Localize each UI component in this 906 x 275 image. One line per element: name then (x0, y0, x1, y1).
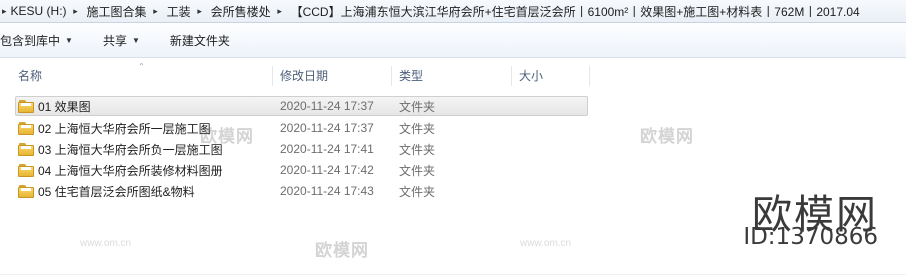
file-date: 2020-11-24 17:37 (280, 121, 374, 135)
share-label: 共享 (102, 33, 127, 48)
folder-icon (18, 142, 34, 156)
column-divider[interactable] (391, 66, 392, 86)
address-bar[interactable]: ▸ KESU (H:) ▸ 施工图合集 ▸ 工装 ▸ 会所售楼处 ▸ 【CCD】… (0, 0, 906, 23)
new-folder-label: 新建文件夹 (169, 33, 230, 48)
command-toolbar: 包含到库中 ▼ 共享 ▼ 新建文件夹 (0, 23, 906, 58)
file-type: 文件夹 (399, 142, 436, 157)
chevron-right-icon[interactable]: ▸ (193, 0, 207, 22)
list-item[interactable]: 04 上海恒大华府会所装修材料图册 2020-11-24 17:42 文件夹 (15, 160, 588, 180)
brand-watermark-id: ID:1370866 (743, 224, 878, 250)
breadcrumb-item-construction-drawings[interactable]: 施工图合集 (83, 0, 149, 22)
breadcrumb-root[interactable]: ▸ KESU (H:) (0, 0, 69, 22)
column-header-date-modified[interactable]: 修改日期 (280, 62, 328, 90)
list-item[interactable]: 01 效果图 2020-11-24 17:37 文件夹 (15, 96, 588, 116)
file-name: 04 上海恒大华府会所装修材料图册 (38, 163, 223, 178)
watermark-logo-4: 欧模网 (640, 127, 694, 146)
breadcrumb-item-drive[interactable]: KESU (H:) (11, 4, 67, 18)
folder-icon (18, 99, 34, 113)
chevron-right-icon: ▸ (2, 5, 7, 16)
column-divider[interactable] (511, 66, 512, 86)
chevron-right-icon[interactable]: ▸ (273, 0, 287, 22)
include-in-library-label: 包含到库中 (0, 33, 61, 48)
breadcrumb-item-interior[interactable]: 工装 (163, 0, 193, 22)
column-divider[interactable] (272, 66, 273, 86)
file-date: 2020-11-24 17:43 (280, 184, 374, 198)
list-item[interactable]: 03 上海恒大华府会所负一层施工图 2020-11-24 17:41 文件夹 (15, 139, 588, 159)
file-name: 01 效果图 (38, 99, 91, 114)
share-button[interactable]: 共享 ▼ (95, 28, 148, 52)
chevron-right-icon[interactable]: ▸ (149, 0, 163, 22)
file-date: 2020-11-24 17:41 (280, 142, 374, 156)
include-in-library-button[interactable]: 包含到库中 ▼ (0, 28, 81, 52)
file-name: 03 上海恒大华府会所负一层施工图 (38, 142, 223, 157)
list-item[interactable]: 02 上海恒大华府会所一层施工图 2020-11-24 17:37 文件夹 (15, 118, 588, 138)
watermark-url-1: www.om.cn (80, 238, 132, 249)
column-header: ⌃ 名称 修改日期 类型 大小 (0, 62, 906, 90)
column-divider[interactable] (589, 66, 590, 86)
watermark-logo-5: 欧模网 (315, 241, 369, 260)
breadcrumb-item-current-folder[interactable]: 【CCD】上海浦东恒大滨江华府会所+住宅首层泛会所丨6100m²丨效果图+施工图… (287, 0, 862, 22)
chevron-right-icon[interactable]: ▸ (69, 0, 83, 22)
file-date: 2020-11-24 17:42 (280, 163, 374, 177)
breadcrumb-item-clubhouse[interactable]: 会所售楼处 (207, 0, 273, 22)
caret-down-icon: ▼ (65, 35, 73, 45)
file-type: 文件夹 (399, 121, 436, 136)
file-date: 2020-11-24 17:37 (280, 99, 374, 113)
folder-icon (18, 163, 34, 177)
file-name: 02 上海恒大华府会所一层施工图 (38, 121, 211, 136)
column-header-size[interactable]: 大小 (519, 62, 543, 90)
watermark-url-2: www.om.cn (520, 238, 572, 249)
sort-ascending-icon: ⌃ (138, 62, 145, 71)
column-header-name[interactable]: 名称 (18, 62, 42, 90)
caret-down-icon: ▼ (131, 35, 140, 45)
file-type: 文件夹 (399, 163, 436, 178)
file-type: 文件夹 (399, 99, 436, 114)
new-folder-button[interactable]: 新建文件夹 (162, 28, 238, 52)
file-type: 文件夹 (399, 184, 436, 199)
column-header-type[interactable]: 类型 (399, 62, 423, 90)
folder-icon (18, 121, 34, 135)
list-item[interactable]: 05 住宅首层泛会所图纸&物料 2020-11-24 17:43 文件夹 (15, 181, 588, 201)
file-name: 05 住宅首层泛会所图纸&物料 (38, 184, 195, 199)
folder-icon (18, 184, 34, 198)
